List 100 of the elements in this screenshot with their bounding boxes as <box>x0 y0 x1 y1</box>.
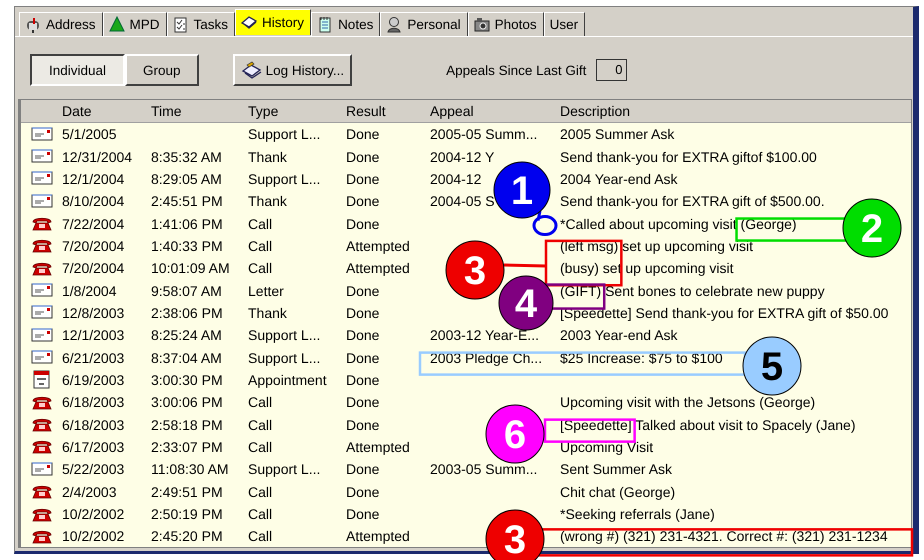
table-cell: Done <box>346 327 380 344</box>
callout-badge: 4 <box>498 276 554 330</box>
callout-badge: 5 <box>742 336 802 396</box>
tab[interactable]: Personal <box>380 12 468 36</box>
toggle-button[interactable]: Group <box>125 54 199 86</box>
table-cell: Call <box>248 216 272 232</box>
tab[interactable]: History <box>235 9 312 35</box>
table-cell: Done <box>346 416 380 433</box>
table-cell: Done <box>346 484 380 500</box>
tab[interactable]: Address <box>19 12 103 36</box>
table-cell: Attempted <box>346 238 410 254</box>
table-cell: Send thank-you for EXTRA giftof $100.00 <box>560 148 817 165</box>
highlight-ring <box>532 215 558 236</box>
table-cell: Call <box>248 438 272 455</box>
table-cell: 7/20/2004 <box>62 238 124 254</box>
table-cell: 2004 Year-end Ask <box>560 170 678 187</box>
table-cell: Call <box>248 416 272 433</box>
callout-badge: 3 <box>446 240 504 300</box>
table-cell: Call <box>248 506 272 522</box>
tab[interactable]: Tasks <box>166 12 236 36</box>
callout-badge: 1 <box>494 162 550 218</box>
table-cell: 12/8/2003 <box>62 304 124 321</box>
table-cell: Done <box>346 372 380 388</box>
table-cell: Done <box>346 170 380 187</box>
callout-badge: 3 <box>486 510 544 560</box>
camera-icon <box>474 16 490 33</box>
table-cell: 2005-05 Summ... <box>430 126 538 142</box>
tab[interactable]: User <box>544 12 586 36</box>
column-header[interactable]: Appeal <box>426 103 556 119</box>
callout-badge: 6 <box>486 404 544 464</box>
table-cell: 9:58:07 AM <box>151 282 222 299</box>
table-cell: Done <box>346 506 380 522</box>
table-cell: *Seeking referrals (Jane) <box>560 506 715 522</box>
table-cell: 2005 Summer Ask <box>560 126 674 142</box>
table-cell: Support L... <box>248 461 320 478</box>
table-cell: Done <box>346 304 380 321</box>
column-header[interactable]: Result <box>342 103 426 119</box>
table-cell: 2:58:18 PM <box>151 416 223 433</box>
tab[interactable]: Notes <box>311 12 380 36</box>
table-cell: Support L... <box>248 327 320 344</box>
column-header[interactable]: Description <box>556 103 911 119</box>
table-cell: Call <box>248 484 272 500</box>
appeals-count-field: 0 <box>596 59 628 81</box>
table-cell: Appointment <box>248 372 327 388</box>
table-cell: Attempted <box>346 528 410 544</box>
table-cell: Send thank-you for EXTRA gift of $500.00. <box>560 193 825 210</box>
leader-line <box>504 264 546 268</box>
table-cell: 10/2/2002 <box>62 506 124 522</box>
table-cell: Attempted <box>346 438 410 455</box>
book-pencil-icon <box>240 61 263 79</box>
table-cell: 12/31/2004 <box>62 148 132 165</box>
table-cell: 6/21/2003 <box>62 350 124 366</box>
table-cell: 2003 Year-end Ask <box>560 327 678 344</box>
table-cell: 7/20/2004 <box>62 260 124 276</box>
table-cell: 5/22/2003 <box>62 461 124 478</box>
table-cell: Thank <box>248 148 287 165</box>
tab[interactable]: MPD <box>102 12 167 36</box>
table-cell: Call <box>248 238 272 254</box>
column-header[interactable]: Type <box>244 103 342 119</box>
table-cell: 3:00:30 PM <box>151 372 223 388</box>
table-cell: 2004-12 Y <box>430 148 494 165</box>
table-cell: 12/1/2003 <box>62 327 124 344</box>
table-cell: 2:49:51 PM <box>151 484 223 500</box>
table-cell: 10:01:09 AM <box>151 260 230 276</box>
column-header[interactable]: Time <box>147 103 244 119</box>
tab[interactable]: Photos <box>468 12 544 36</box>
table-cell: 2:45:20 PM <box>151 528 223 544</box>
table-cell: Done <box>346 282 380 299</box>
table-cell: 8:29:05 AM <box>151 170 222 187</box>
table-cell: 10/2/2002 <box>62 528 124 544</box>
table-cell: Letter <box>248 282 284 299</box>
callout-badge: 2 <box>842 198 902 258</box>
table-cell: Attempted <box>346 260 410 276</box>
table-cell: Done <box>346 126 380 142</box>
table-cell: 2003-05 Summ... <box>430 461 538 478</box>
table-cell: 2:33:07 PM <box>151 438 223 455</box>
column-header[interactable]: Date <box>58 103 147 119</box>
table-cell: Upcoming Visit <box>560 438 654 455</box>
person-icon <box>386 16 402 33</box>
table-cell: Call <box>248 394 272 410</box>
table-cell: 2004-05 S <box>430 193 495 210</box>
table-cell: *Called about upcoming visit (George) <box>560 216 797 232</box>
table-cell: Support L... <box>248 350 320 366</box>
table-cell: 1:40:33 PM <box>151 238 223 254</box>
table-cell: 3:00:06 PM <box>151 394 223 410</box>
leader-line <box>536 210 542 221</box>
table-cell: Support L... <box>248 126 320 142</box>
table-cell: Done <box>346 148 380 165</box>
calendar-icon <box>30 370 52 390</box>
table-cell: 11:08:30 AM <box>151 461 229 478</box>
table-cell: Done <box>346 350 380 366</box>
table-cell: 6/17/2003 <box>62 438 124 455</box>
book-icon <box>241 14 258 31</box>
table-cell: Call <box>248 260 272 276</box>
toggle-button[interactable]: Individual <box>30 54 126 86</box>
table-cell: 2:45:51 PM <box>151 193 223 210</box>
log-history-button[interactable]: Log History... <box>232 54 352 86</box>
table-cell: 2003 Pledge Ch... <box>430 350 542 366</box>
table-cell: 7/22/2004 <box>62 216 124 232</box>
table-cell: Thank <box>248 304 287 321</box>
